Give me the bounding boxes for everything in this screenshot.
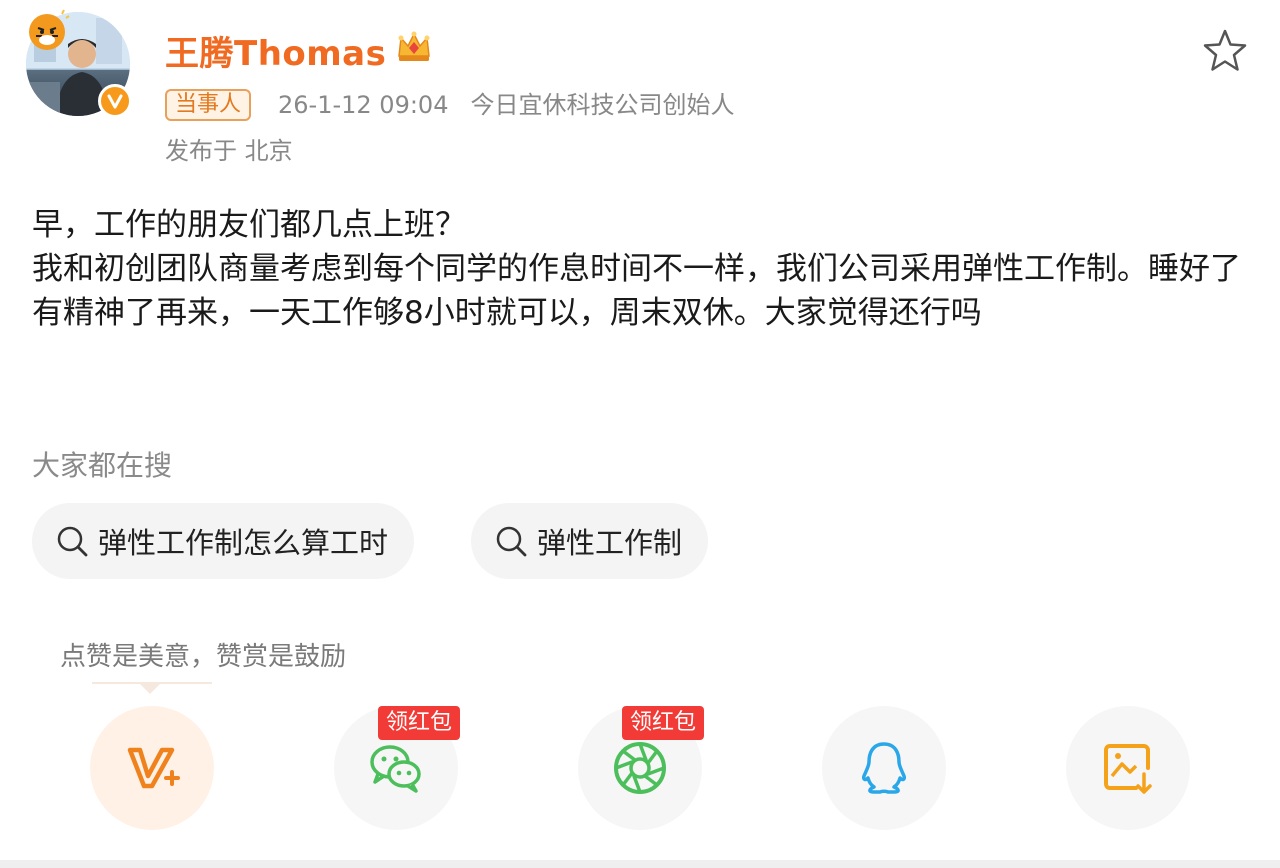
- v-plus-icon: [127, 747, 180, 789]
- share-qq-button[interactable]: [822, 706, 946, 830]
- hot-search-label: 弹性工作制怎么算工时: [98, 526, 389, 560]
- vip-crown-icon[interactable]: [394, 26, 434, 66]
- save-image-icon: [1104, 744, 1152, 794]
- hot-search-chip[interactable]: 弹性工作制怎么算工时: [32, 503, 415, 579]
- qq-icon: [862, 742, 906, 794]
- hot-search-title: 大家都在搜: [32, 449, 173, 482]
- wechat-icon: [370, 745, 421, 793]
- post-meta: 26-1-12 09:04 今日宜休科技公司创始人: [278, 89, 734, 121]
- redpack-badge: 领红包: [378, 706, 461, 740]
- reward-v-button[interactable]: [90, 706, 214, 830]
- save-image-button[interactable]: [1066, 706, 1190, 830]
- bottom-divider: [0, 860, 1280, 868]
- post-time: 26-1-12 09:04: [278, 91, 449, 119]
- author-title: 今日宜休科技公司创始人: [470, 91, 735, 119]
- tiger-sticker-icon: [24, 8, 70, 54]
- post-content: 早，工作的朋友们都几点上班？ 我和初创团队商量考虑到每个同学的作息时间不一样，我…: [32, 207, 1241, 331]
- party-tag: 当事人: [165, 89, 252, 121]
- verified-badge-icon: [98, 84, 132, 118]
- search-icon: [57, 526, 88, 557]
- favorite-star-icon[interactable]: [1200, 26, 1250, 76]
- redpack-badge: 领红包: [622, 706, 705, 740]
- search-icon: [496, 526, 527, 557]
- hot-search-chip[interactable]: 弹性工作制: [471, 503, 709, 579]
- tooltip-caret: [138, 682, 162, 694]
- hot-search-label: 弹性工作制: [537, 526, 683, 560]
- moments-icon: [614, 742, 666, 794]
- reward-tooltip: 点赞是美意，赞赏是鼓励: [60, 642, 347, 672]
- author-avatar[interactable]: [24, 8, 136, 120]
- post-location: 发布于 北京: [165, 137, 293, 165]
- author-name[interactable]: 王腾Thomas: [165, 26, 386, 75]
